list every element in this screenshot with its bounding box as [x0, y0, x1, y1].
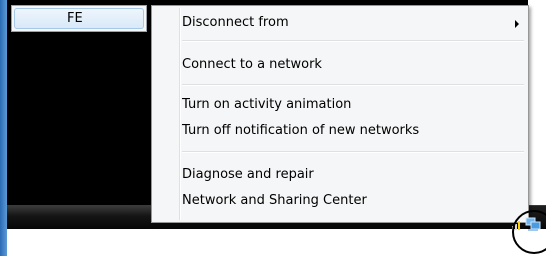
- menu-item-network-sharing-center[interactable]: Network and Sharing Center: [182, 193, 367, 208]
- menu-item-diagnose-repair[interactable]: Diagnose and repair: [182, 167, 314, 182]
- menu-item-activity-animation[interactable]: Turn on activity animation: [182, 97, 351, 112]
- menu-separator: [182, 151, 524, 153]
- menu-separator: [182, 40, 524, 42]
- menu-item-connect-to-network[interactable]: Connect to a network: [182, 57, 322, 72]
- menu-item-label: Diagnose and repair: [182, 167, 314, 182]
- network-context-menu: Disconnect from Connect to a network Tur…: [151, 5, 529, 223]
- network-name-label: FE: [67, 11, 83, 26]
- menu-item-label: Turn off notification of new networks: [182, 123, 420, 138]
- submenu-arrow-icon: [515, 20, 519, 28]
- menu-item-label: Disconnect from: [182, 15, 289, 30]
- menu-item-label: Connect to a network: [182, 57, 322, 72]
- menu-item-disconnect-from[interactable]: Disconnect from: [182, 15, 289, 30]
- menu-icon-gutter: [179, 8, 181, 220]
- menu-item-label: Turn on activity animation: [182, 97, 352, 112]
- network-item-fe[interactable]: FE: [14, 8, 144, 29]
- menu-item-label: Network and Sharing Center: [182, 193, 367, 208]
- menu-item-notification-new-networks[interactable]: Turn off notification of new networks: [182, 123, 419, 138]
- window-edge: [0, 0, 7, 256]
- network-submenu: FE: [11, 5, 147, 32]
- screen-edge: [528, 0, 546, 228]
- menu-separator: [182, 84, 524, 86]
